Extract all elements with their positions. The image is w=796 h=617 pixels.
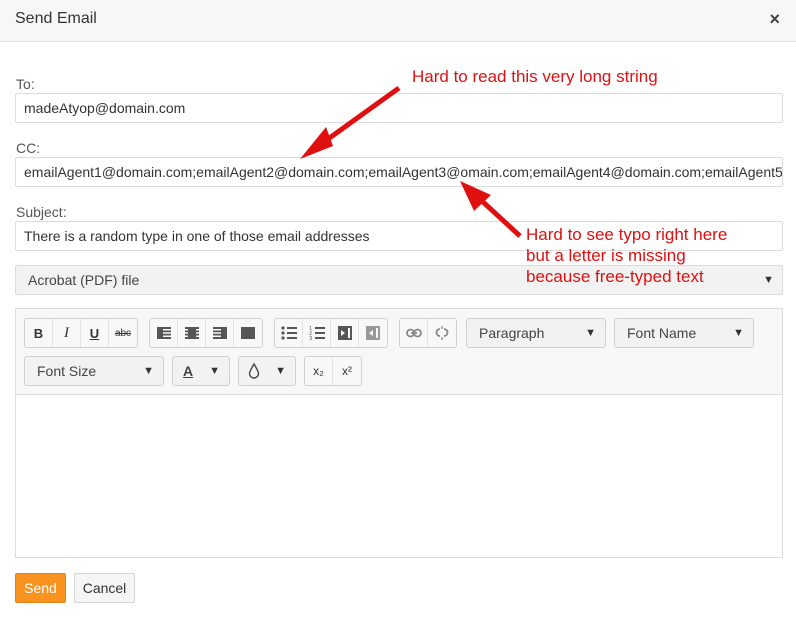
annotation-long-string: Hard to read this very long string (412, 67, 658, 86)
annotation-arrows (300, 85, 522, 238)
annotation-typo-line: because free-typed text (526, 267, 704, 286)
arrow-typo (460, 181, 522, 238)
annotation-typo-line: Hard to see typo right here (526, 225, 728, 244)
annotation-typo: Hard to see typo right here but a letter… (526, 224, 727, 287)
annotation-typo-line: but a letter is missing (526, 246, 686, 265)
arrow-long-string (300, 85, 401, 159)
